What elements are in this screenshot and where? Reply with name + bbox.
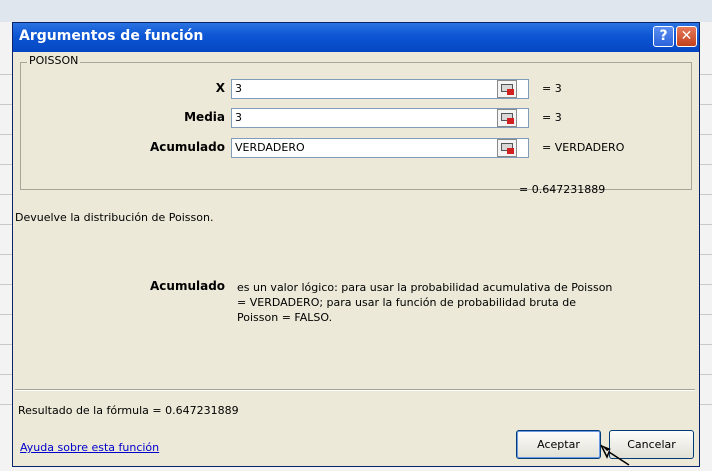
- dialog-title: Argumentos de función: [19, 28, 204, 44]
- mouse-cursor-icon: [600, 444, 630, 466]
- spreadsheet-left-background: [0, 22, 12, 471]
- formula-result: Resultado de la fórmula = 0.647231889: [18, 404, 239, 417]
- arg-input-acumulado[interactable]: VERDADERO: [231, 138, 529, 158]
- arg-value-x: = 3: [542, 82, 562, 95]
- help-icon[interactable]: ?: [653, 26, 674, 47]
- spreadsheet-toolbar-background: [0, 0, 712, 23]
- argument-help-line: Poisson = FALSO.: [237, 311, 333, 324]
- arg-label-x: X: [215, 81, 225, 95]
- close-icon[interactable]: ✕: [676, 26, 697, 47]
- function-arguments-dialog: Argumentos de función ? ✕ POISSON X 3 = …: [12, 22, 700, 467]
- arg-value-media: = 3: [542, 111, 562, 124]
- ok-button[interactable]: Aceptar: [516, 430, 601, 459]
- dialog-titlebar[interactable]: Argumentos de función ? ✕: [13, 23, 699, 52]
- argument-help-term: Acumulado: [150, 279, 226, 293]
- arg-label-acumulado: Acumulado: [149, 140, 225, 154]
- function-name-label: POISSON: [27, 54, 81, 67]
- argument-help-line: = VERDADERO; para usar la función de pro…: [237, 296, 577, 309]
- arg-label-media: Media: [184, 110, 225, 124]
- collapse-dialog-icon[interactable]: [497, 80, 517, 98]
- argument-help-text: es un valor lógico: para usar la probabi…: [237, 280, 677, 325]
- function-description: Devuelve la distribución de Poisson.: [15, 211, 214, 224]
- arg-input-x[interactable]: 3: [231, 79, 529, 99]
- function-result-value: = 0.647231889: [519, 183, 606, 196]
- arg-value-acumulado: = VERDADERO: [542, 141, 625, 154]
- arg-input-media[interactable]: 3: [231, 108, 529, 128]
- collapse-dialog-icon[interactable]: [497, 139, 517, 157]
- spreadsheet-right-background: [700, 22, 712, 471]
- argument-help-line: es un valor lógico: para usar la probabi…: [237, 281, 613, 294]
- separator: [15, 389, 695, 391]
- collapse-dialog-icon[interactable]: [497, 109, 517, 127]
- help-link[interactable]: Ayuda sobre esta función: [20, 441, 159, 454]
